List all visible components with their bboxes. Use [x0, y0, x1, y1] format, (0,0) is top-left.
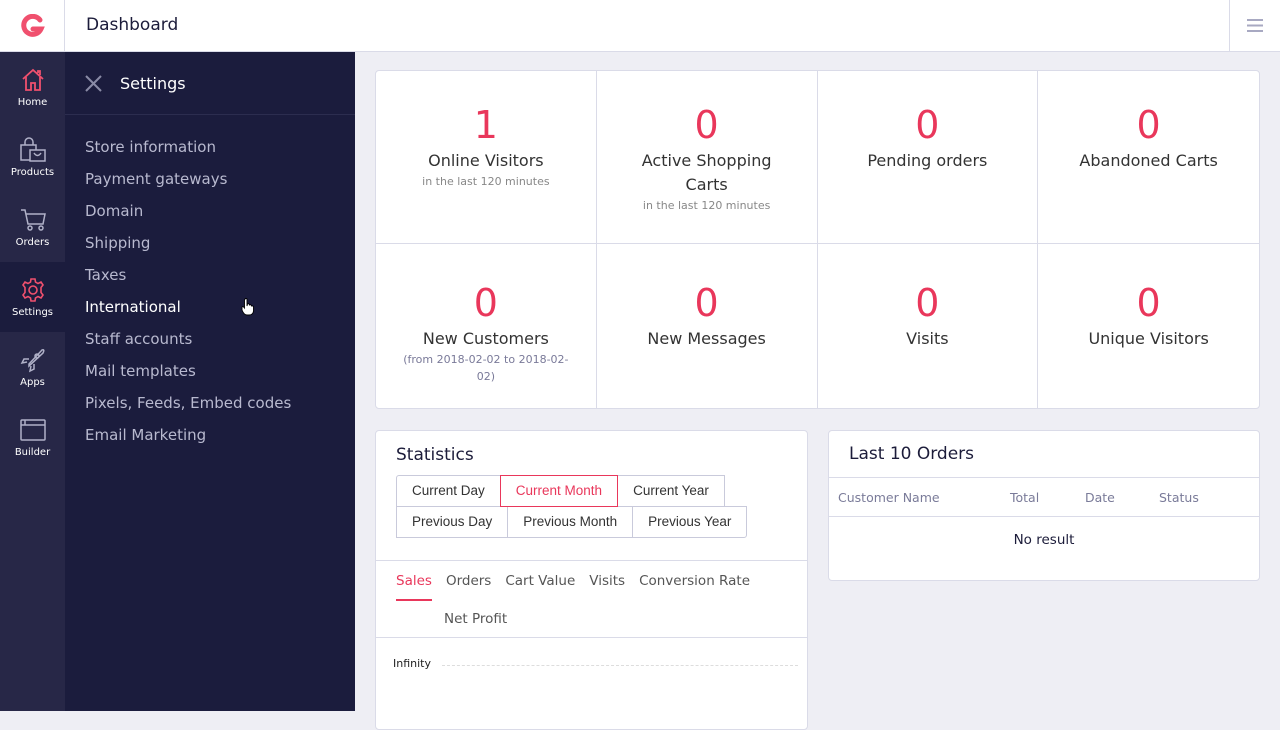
settings-title: Settings [120, 73, 186, 93]
settings-item-shipping[interactable]: Shipping [65, 231, 355, 263]
rail-item-settings[interactable]: Settings [0, 262, 65, 332]
stat-visits[interactable]: 0 Visits [818, 244, 1039, 408]
stat-label: Visits [906, 329, 949, 348]
settings-item-taxes[interactable]: Taxes [65, 263, 355, 295]
rail-label: Home [17, 96, 48, 108]
stat-pending-orders[interactable]: 0 Pending orders [817, 71, 1039, 244]
last-orders-card: Last 10 Orders Customer Name Total Date … [828, 430, 1260, 581]
period-current-year[interactable]: Current Year [617, 475, 725, 507]
col-date[interactable]: Date [1085, 477, 1159, 517]
brand-logo[interactable] [0, 0, 65, 51]
orders-title: Last 10 Orders [849, 444, 975, 464]
settings-panel: Settings Store information Payment gatew… [65, 52, 355, 711]
hamburger-icon [1247, 19, 1263, 32]
rail-label: Products [10, 166, 55, 178]
tab-sales[interactable]: Sales [396, 561, 432, 601]
period-previous-month[interactable]: Previous Month [507, 506, 634, 538]
rail-label: Orders [15, 236, 50, 248]
col-customer-name[interactable]: Customer Name [829, 477, 1010, 517]
stat-label: Abandoned Carts [1079, 151, 1218, 170]
empty-state: No result [1013, 532, 1075, 549]
cart-icon [20, 208, 46, 231]
stat-value: 0 [915, 103, 940, 147]
home-icon [21, 68, 44, 91]
settings-item-store-information[interactable]: Store information [65, 135, 355, 167]
rocket-icon [20, 348, 45, 372]
tab-visits[interactable]: Visits [589, 561, 625, 601]
settings-item-pixels-feeds-embed[interactable]: Pixels, Feeds, Embed codes [65, 391, 355, 423]
settings-item-international[interactable]: International [65, 295, 355, 327]
tab-conversion-rate[interactable]: Conversion Rate [639, 561, 750, 601]
tab-orders[interactable]: Orders [446, 561, 491, 601]
hand-cursor-icon [241, 298, 254, 316]
metric-tabs: Sales Orders Cart Value Visits Conversio… [376, 560, 807, 638]
settings-item-staff-accounts[interactable]: Staff accounts [65, 327, 355, 359]
orders-table: Customer Name Total Date Status No resul… [829, 477, 1259, 564]
stat-value: 0 [694, 103, 719, 147]
period-current-day[interactable]: Current Day [396, 475, 501, 507]
stat-label: New Messages [647, 329, 766, 348]
stat-value: 0 [1136, 281, 1161, 325]
stat-sub: in the last 120 minutes [642, 199, 771, 212]
period-previous-year[interactable]: Previous Year [632, 506, 748, 538]
tab-cart-value[interactable]: Cart Value [505, 561, 575, 601]
rail-label: Builder [14, 446, 51, 458]
stat-label: Active Shopping Carts [641, 151, 772, 194]
rail-item-apps[interactable]: Apps [0, 332, 65, 402]
close-icon[interactable] [85, 74, 102, 92]
stat-online-visitors[interactable]: 1 Online Visitors in the last 120 minutes [376, 71, 597, 244]
stat-label: New Customers [422, 329, 549, 348]
stat-sub: (from 2018-02-02 to 2018-02-02) [403, 353, 569, 383]
top-bar: Dashboard [0, 0, 1280, 52]
settings-item-mail-templates[interactable]: Mail templates [65, 359, 355, 391]
rail-label: Settings [11, 306, 53, 318]
rail-item-products[interactable]: Products [0, 122, 65, 192]
stat-value: 0 [1136, 103, 1161, 147]
settings-item-payment-gateways[interactable]: Payment gateways [65, 167, 355, 199]
rail-item-builder[interactable]: Builder [0, 402, 65, 472]
stat-unique-visitors[interactable]: 0 Unique Visitors [1038, 244, 1259, 408]
stat-new-messages[interactable]: 0 New Messages [597, 244, 818, 408]
col-total[interactable]: Total [1010, 477, 1085, 517]
col-status[interactable]: Status [1159, 477, 1259, 517]
hamburger-menu-button[interactable] [1229, 0, 1280, 51]
stat-label: Online Visitors [428, 151, 544, 170]
page-title: Dashboard [86, 15, 179, 35]
stat-sub: in the last 120 minutes [422, 175, 550, 188]
settings-item-email-marketing[interactable]: Email Marketing [65, 423, 355, 455]
stat-value: 1 [473, 103, 498, 147]
period-current-month[interactable]: Current Month [499, 475, 619, 507]
stat-new-customers[interactable]: 0 New Customers (from 2018-02-02 to 2018-0… [376, 244, 597, 408]
stat-label: Pending orders [867, 151, 988, 170]
browser-window-icon [19, 418, 46, 441]
rail-label: Apps [20, 376, 45, 388]
stat-abandoned-carts[interactable]: 0 Abandoned Carts [1038, 71, 1259, 244]
main-sidebar: Home Products Orders Settings Apps Build… [0, 52, 65, 711]
statistics-chart: Infinity [376, 639, 807, 729]
stat-value: 0 [915, 281, 940, 325]
gridline [442, 665, 798, 666]
statistics-title: Statistics [396, 445, 474, 465]
tab-net-profit[interactable]: Net Profit [444, 601, 507, 637]
y-axis-label: Infinity [393, 657, 431, 670]
stat-active-carts[interactable]: 0 Active Shopping Carts in the last 120 mi… [596, 71, 818, 244]
shopping-bag-icon [19, 136, 46, 162]
period-selector: Current Day Current Month Current Year P… [376, 465, 796, 538]
stats-grid: 1 Online Visitors in the last 120 minutes … [375, 70, 1260, 409]
period-previous-day[interactable]: Previous Day [396, 506, 509, 538]
settings-item-domain[interactable]: Domain [65, 199, 355, 231]
stat-value: 0 [473, 281, 498, 325]
logo-icon [21, 13, 45, 37]
dashboard-main: 1 Online Visitors in the last 120 minutes … [355, 52, 1280, 730]
rail-item-home[interactable]: Home [0, 52, 65, 122]
rail-item-orders[interactable]: Orders [0, 192, 65, 262]
stat-value: 0 [694, 281, 719, 325]
gear-icon [21, 277, 44, 302]
stat-label: Unique Visitors [1088, 329, 1209, 348]
statistics-card: Statistics Current Day Current Month Cur… [375, 430, 808, 730]
